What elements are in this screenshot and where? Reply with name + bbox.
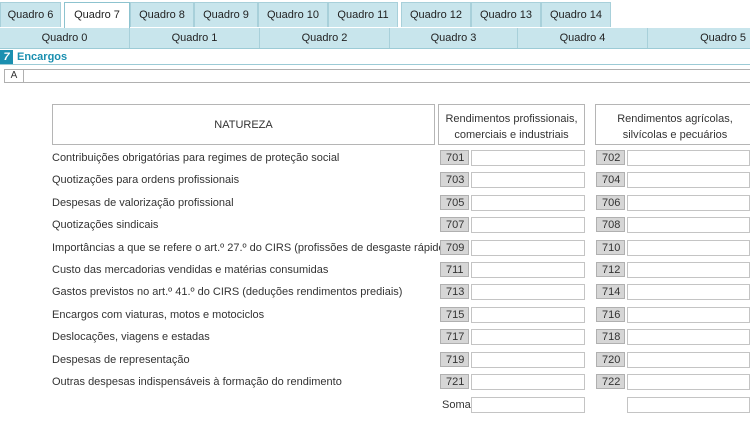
column-header-agricolas-line2: silvícolas e pecuários: [622, 129, 728, 141]
value-field-col1[interactable]: [471, 329, 585, 345]
field-code: 702: [596, 150, 625, 165]
value-field-col2[interactable]: [627, 172, 750, 188]
tab-quadro-6[interactable]: Quadro 6: [0, 2, 61, 27]
row-label: Despesas de valorização profissional: [52, 197, 234, 209]
row-label: Despesas de representação: [52, 354, 190, 366]
field-code: 704: [596, 172, 625, 187]
value-field-col2[interactable]: [627, 217, 750, 233]
value-field-col2[interactable]: [627, 329, 750, 345]
tab-quadro-0[interactable]: Quadro 0: [0, 28, 130, 48]
row-label: Gastos previstos no art.º 41.º do CIRS (…: [52, 286, 403, 298]
column-header-agricolas: Rendimentos agrícolas, silvícolas e pecu…: [595, 104, 750, 145]
value-field-col2[interactable]: [627, 307, 750, 323]
tab-quadro-11[interactable]: Quadro 11: [328, 2, 398, 27]
row-label: Deslocações, viagens e estadas: [52, 331, 210, 343]
field-code: 711: [440, 262, 469, 277]
field-code: 722: [596, 374, 625, 389]
field-code: 721: [440, 374, 469, 389]
value-field-col1[interactable]: [471, 172, 585, 188]
field-code: 709: [440, 240, 469, 255]
field-code: 714: [596, 284, 625, 299]
row-label: Custo das mercadorias vendidas e matéria…: [52, 264, 329, 276]
value-field-col2[interactable]: [627, 240, 750, 256]
field-code: 703: [440, 172, 469, 187]
subsection-bar: A: [4, 69, 750, 83]
tab-quadro-13[interactable]: Quadro 13: [471, 2, 541, 27]
column-header-agricolas-line1: Rendimentos agrícolas,: [617, 113, 733, 125]
column-header-profissionais: Rendimentos profissionais, comerciais e …: [438, 104, 585, 145]
tab-quadro-8[interactable]: Quadro 8: [130, 2, 194, 27]
field-code: 717: [440, 329, 469, 344]
tab-quadro-10[interactable]: Quadro 10: [258, 2, 328, 27]
tab-quadro-14[interactable]: Quadro 14: [541, 2, 611, 27]
value-field-col1[interactable]: [471, 217, 585, 233]
tab-quadro-9[interactable]: Quadro 9: [194, 2, 258, 27]
field-code: 706: [596, 195, 625, 210]
tab-bar-primary: Quadro 6 Quadro 7 Quadro 8 Quadro 9 Quad…: [0, 2, 750, 29]
row-label: Quotizações para ordens profissionais: [52, 174, 240, 186]
value-field-col2[interactable]: [627, 284, 750, 300]
field-code: 707: [440, 217, 469, 232]
field-code: 713: [440, 284, 469, 299]
tab-quadro-2[interactable]: Quadro 2: [260, 28, 390, 48]
tab-quadro-4[interactable]: Quadro 4: [518, 28, 648, 48]
field-code: 720: [596, 352, 625, 367]
section-header: 7 Encargos: [0, 50, 750, 65]
value-field-col1[interactable]: [471, 374, 585, 390]
soma-field-col2[interactable]: [627, 397, 750, 413]
value-field-col1[interactable]: [471, 307, 585, 323]
value-field-col1[interactable]: [471, 262, 585, 278]
field-code: 701: [440, 150, 469, 165]
tab-quadro-7[interactable]: Quadro 7: [64, 2, 130, 29]
soma-label: Soma: [442, 399, 471, 411]
soma-field-col1[interactable]: [471, 397, 585, 413]
field-code: 712: [596, 262, 625, 277]
field-code: 705: [440, 195, 469, 210]
value-field-col1[interactable]: [471, 240, 585, 256]
field-code: 715: [440, 307, 469, 322]
value-field-col2[interactable]: [627, 374, 750, 390]
row-label: Importâncias a que se refere o art.º 27.…: [52, 242, 449, 254]
column-header-profissionais-line2: comerciais e industriais: [454, 129, 569, 141]
tab-quadro-12[interactable]: Quadro 12: [401, 2, 471, 27]
value-field-col2[interactable]: [627, 352, 750, 368]
column-header-natureza: NATUREZA: [52, 104, 435, 145]
tab-quadro-5[interactable]: Quadro 5: [648, 28, 750, 48]
section-title: Encargos: [17, 51, 68, 63]
value-field-col1[interactable]: [471, 195, 585, 211]
value-field-col2[interactable]: [627, 195, 750, 211]
tab-bar-secondary: Quadro 0 Quadro 1 Quadro 2 Quadro 3 Quad…: [0, 28, 750, 49]
row-label: Outras despesas indispensáveis à formaçã…: [52, 376, 342, 388]
value-field-col2[interactable]: [627, 150, 750, 166]
tab-quadro-3[interactable]: Quadro 3: [390, 28, 518, 48]
row-label: Quotizações sindicais: [52, 219, 159, 231]
field-code: 719: [440, 352, 469, 367]
tab-quadro-1[interactable]: Quadro 1: [130, 28, 260, 48]
section-number: 7: [0, 50, 13, 64]
field-code: 708: [596, 217, 625, 232]
value-field-col1[interactable]: [471, 284, 585, 300]
value-field-col1[interactable]: [471, 352, 585, 368]
field-code: 710: [596, 240, 625, 255]
subsection-label: A: [5, 70, 24, 82]
value-field-col1[interactable]: [471, 150, 585, 166]
column-header-profissionais-line1: Rendimentos profissionais,: [445, 113, 578, 125]
value-field-col2[interactable]: [627, 262, 750, 278]
row-label: Contribuições obrigatórias para regimes …: [52, 152, 340, 164]
field-code: 716: [596, 307, 625, 322]
row-label: Encargos com viaturas, motos e motociclo…: [52, 309, 265, 321]
field-code: 718: [596, 329, 625, 344]
